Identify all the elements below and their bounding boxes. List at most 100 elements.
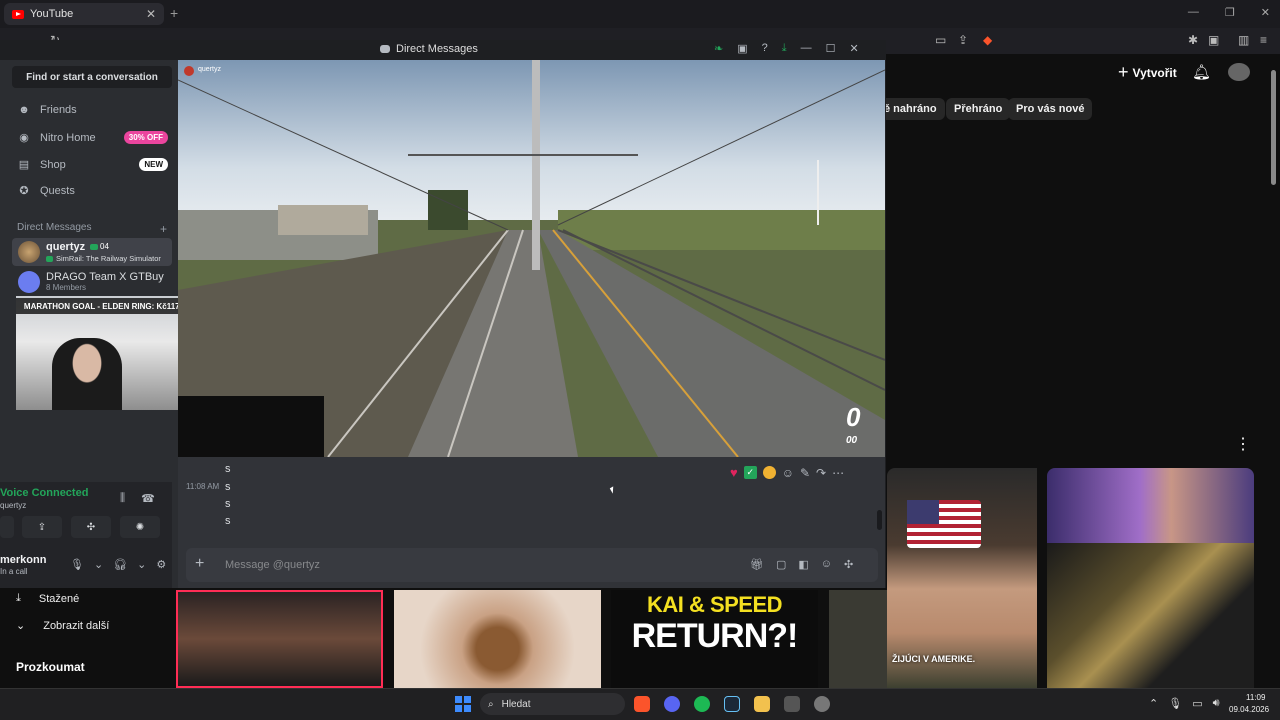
brave-shield-icon[interactable]: ◆ bbox=[983, 33, 992, 47]
minimize-icon[interactable]: — bbox=[1188, 6, 1199, 19]
message-input[interactable] bbox=[225, 559, 725, 571]
add-reaction-icon[interactable]: ☺ bbox=[782, 466, 794, 480]
user-name[interactable]: merkonn bbox=[0, 554, 46, 566]
close-icon[interactable]: ✕ bbox=[850, 42, 859, 55]
thumbnail-title-line2: RETURN?! bbox=[631, 617, 799, 655]
display-icon[interactable]: ▭ bbox=[1192, 697, 1202, 710]
download-icon: ⤓ bbox=[16, 592, 21, 604]
chat-message[interactable]: s bbox=[225, 463, 231, 475]
clock-date[interactable]: 09.04.2026 bbox=[1229, 705, 1269, 714]
screen-icon[interactable]: ▣ bbox=[737, 42, 747, 55]
sidebar-toggle-icon[interactable]: ▥ bbox=[1238, 33, 1249, 47]
help-icon[interactable]: ? bbox=[762, 42, 768, 55]
discount-badge: 30% OFF bbox=[123, 131, 168, 144]
dm-item-group[interactable]: DRAGO Team X GTBuy bbox=[12, 268, 172, 296]
video-thumbnail-streamer[interactable] bbox=[1047, 468, 1254, 543]
sidebar-item-friends[interactable]: ☻ Friends bbox=[18, 104, 168, 116]
sidebar-item-label: Zobrazit další bbox=[43, 619, 110, 632]
close-tab-icon[interactable]: ✕ bbox=[146, 7, 156, 21]
video-thumbnail-food[interactable] bbox=[1047, 543, 1254, 688]
forward-icon[interactable]: ↷ bbox=[816, 466, 826, 480]
browser-tab[interactable]: YouTube ✕ bbox=[4, 3, 164, 25]
nitro-leaf-icon[interactable]: ❧ bbox=[714, 42, 723, 55]
window-controls: — ❐ ✕ bbox=[1188, 6, 1270, 19]
speedometer-sub: 00 bbox=[846, 435, 858, 446]
wallet-icon[interactable]: ▣ bbox=[1208, 33, 1219, 47]
mic-icon[interactable]: 🎙︎ bbox=[1168, 697, 1182, 710]
find-conversation-button[interactable]: Find or start a conversation bbox=[12, 66, 172, 88]
brave-icon[interactable] bbox=[634, 696, 650, 712]
notifications-bell-icon[interactable]: 🔔︎ bbox=[1192, 63, 1211, 81]
apps-icon[interactable]: ✣ bbox=[844, 558, 853, 571]
app-icon[interactable] bbox=[814, 696, 830, 712]
more-options-icon[interactable]: ⋮ bbox=[1235, 434, 1251, 454]
more-icon[interactable]: ⋯ bbox=[832, 466, 844, 480]
sidebar-item-label: Quests bbox=[40, 184, 75, 197]
maximize-icon[interactable]: ☐ bbox=[826, 42, 836, 55]
chat-scrollbar[interactable] bbox=[877, 510, 882, 530]
close-window-icon[interactable]: ✕ bbox=[1261, 6, 1270, 19]
extensions-icon[interactable]: ✱ bbox=[1188, 33, 1198, 47]
gif-icon[interactable]: ▢ bbox=[776, 558, 786, 571]
gift-icon[interactable]: 🎁︎ bbox=[750, 558, 764, 571]
edit-icon[interactable]: ✎ bbox=[800, 466, 810, 480]
chevron-down-icon[interactable]: ⌄ bbox=[137, 558, 146, 571]
check-reaction-icon[interactable]: ✓ bbox=[743, 466, 757, 479]
sidebar-item-quests[interactable]: ✪ Quests bbox=[18, 184, 168, 198]
chip-watched[interactable]: Přehráno bbox=[946, 98, 1011, 120]
download-update-icon[interactable]: ⤓ bbox=[782, 42, 787, 55]
member-count: 8 Members bbox=[46, 283, 87, 292]
headphones-icon[interactable]: 🎧︎ bbox=[113, 558, 127, 571]
video-thumbnail-burger[interactable] bbox=[394, 590, 601, 688]
new-tab-button[interactable]: + bbox=[170, 5, 178, 21]
page-scrollbar[interactable] bbox=[1271, 70, 1276, 185]
cast-icon[interactable]: ▭ bbox=[935, 33, 946, 47]
upload-plus-icon[interactable]: + bbox=[195, 555, 204, 573]
chat-message[interactable]: s bbox=[225, 481, 231, 493]
voice-status[interactable]: Voice Connected bbox=[0, 487, 88, 499]
heart-reaction-icon[interactable]: ♥ bbox=[730, 465, 738, 480]
voice-signal-icon[interactable]: ⫼ bbox=[120, 492, 125, 505]
sticker-icon[interactable]: ◧ bbox=[798, 558, 808, 571]
sidebar-item-label: Friends bbox=[40, 104, 77, 116]
windows-start-icon[interactable] bbox=[455, 696, 471, 712]
thumbnail-title-line1: KAI & SPEED bbox=[646, 592, 783, 617]
sidebar-item-shop[interactable]: ▤ Shop NEW bbox=[18, 158, 168, 171]
camera-button[interactable] bbox=[0, 516, 14, 538]
volume-icon[interactable]: 🔊︎ bbox=[1213, 697, 1220, 710]
disconnect-icon[interactable]: ☎ bbox=[141, 492, 155, 505]
video-thumbnail-partial[interactable] bbox=[829, 590, 887, 688]
chip-new-to-you[interactable]: Pro vás nové bbox=[1008, 98, 1093, 120]
maximize-icon[interactable]: ❐ bbox=[1225, 6, 1235, 19]
chip-recently-uploaded[interactable]: ě nahráno bbox=[876, 98, 945, 120]
taskbar-search[interactable]: ⌕ Hledat bbox=[480, 693, 625, 715]
window-title: Direct Messages bbox=[396, 43, 478, 55]
sidebar-item-nitro[interactable]: ◉ Nitro Home 30% OFF bbox=[18, 131, 168, 144]
chat-message[interactable]: s bbox=[225, 515, 231, 527]
screen-share-button[interactable]: ⇪ bbox=[22, 516, 62, 538]
clock-time[interactable]: 11:09 bbox=[1246, 693, 1265, 702]
chat-message[interactable]: s bbox=[225, 498, 231, 510]
sidebar-item-downloads[interactable]: ⤓ Stažené bbox=[16, 592, 79, 605]
activities-button[interactable]: ✣ bbox=[71, 516, 111, 538]
avatar[interactable] bbox=[1228, 63, 1250, 81]
emoji-icon[interactable]: ☺ bbox=[821, 558, 832, 571]
chevron-down-icon[interactable]: ⌄ bbox=[94, 558, 103, 571]
laugh-reaction-icon[interactable] bbox=[762, 466, 776, 479]
app-icon[interactable] bbox=[784, 696, 800, 712]
spotify-icon[interactable] bbox=[694, 696, 710, 712]
settings-gear-icon[interactable]: ⚙ bbox=[156, 558, 166, 571]
create-button[interactable]: + Vytvořit bbox=[1118, 62, 1177, 83]
chevron-up-icon[interactable]: ⌃ bbox=[1149, 697, 1158, 710]
add-dm-icon[interactable]: + bbox=[160, 222, 167, 236]
menu-icon[interactable]: ≡ bbox=[1260, 33, 1267, 47]
video-thumbnail-live[interactable] bbox=[176, 590, 383, 688]
mic-icon[interactable]: 🎙︎ bbox=[70, 558, 84, 571]
share-icon[interactable]: ⇪ bbox=[958, 33, 968, 47]
discord-icon[interactable] bbox=[664, 696, 680, 712]
soundboard-button[interactable]: ✺ bbox=[120, 516, 160, 538]
sidebar-item-show-more[interactable]: ⌄ Zobrazit další bbox=[16, 619, 110, 633]
file-explorer-icon[interactable] bbox=[754, 696, 770, 712]
minimize-icon[interactable]: — bbox=[801, 42, 812, 55]
steam-icon[interactable] bbox=[724, 696, 740, 712]
